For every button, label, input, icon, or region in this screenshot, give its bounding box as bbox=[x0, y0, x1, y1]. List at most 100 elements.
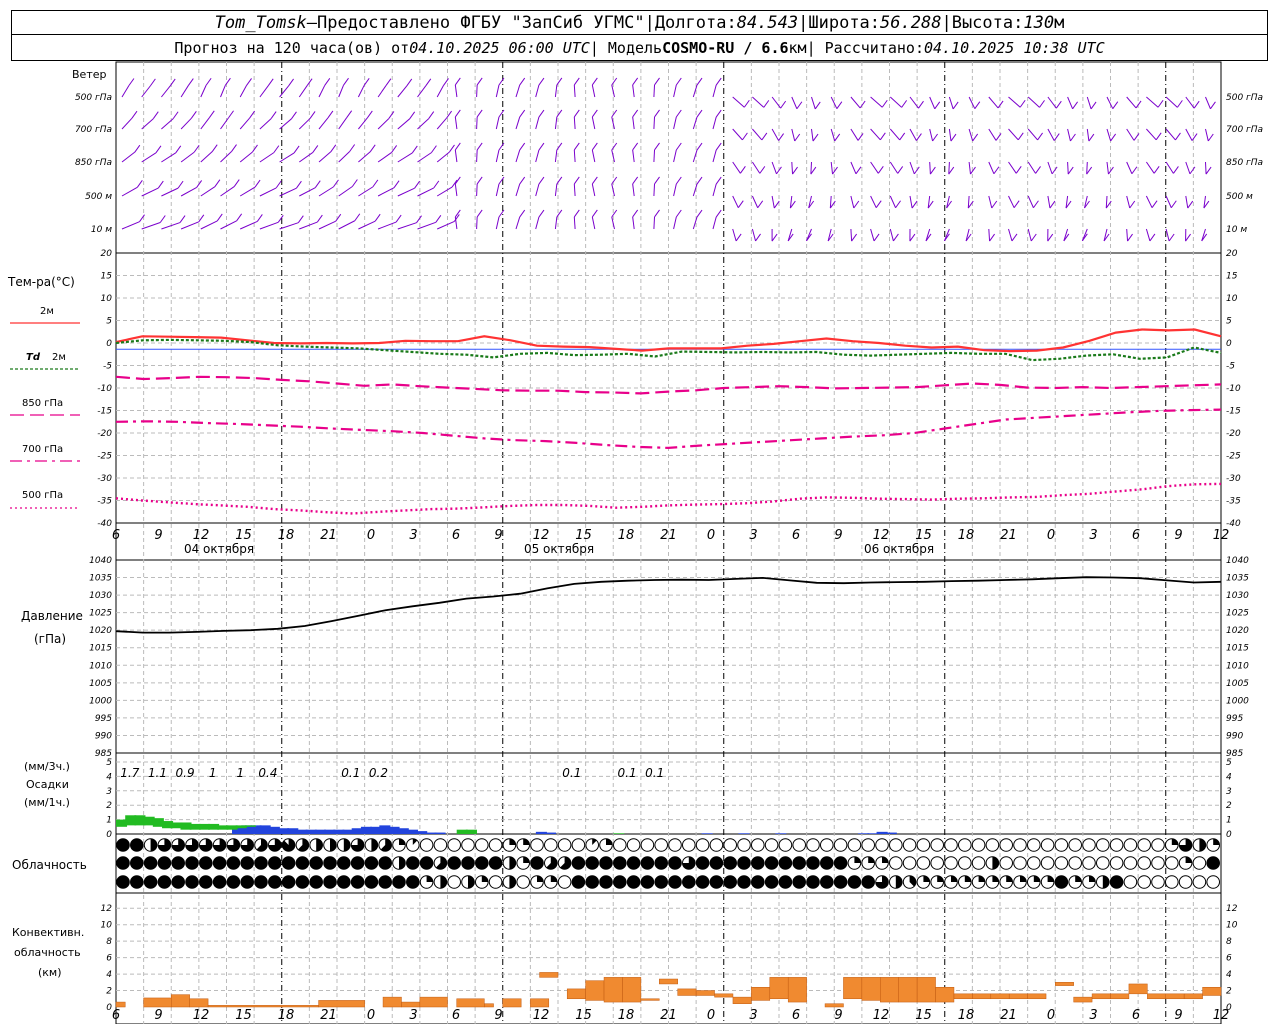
conv-cloud-bar bbox=[659, 978, 678, 985]
wind-barb-flag bbox=[538, 142, 545, 151]
cloud-cover-icon bbox=[654, 838, 669, 852]
wind-barb bbox=[1165, 96, 1178, 108]
wind-barb bbox=[988, 96, 999, 109]
cloud-cover-cell bbox=[764, 875, 779, 889]
conv-cloud-bar bbox=[990, 993, 1010, 1000]
cloud-cover-cell bbox=[475, 875, 489, 889]
pressure-tick-left: 1005 bbox=[89, 679, 112, 689]
cloud-cover-cell bbox=[447, 856, 462, 870]
wind-barb bbox=[1027, 195, 1034, 208]
wind-barb-flag bbox=[270, 111, 277, 119]
wind-barb-flag bbox=[859, 100, 866, 109]
temp-tick-left: -5 bbox=[103, 362, 112, 372]
precip-3h-total: 1.1 bbox=[148, 766, 167, 780]
cloud-cover-fill bbox=[1047, 875, 1054, 882]
cloud-cover-icon bbox=[1082, 838, 1096, 852]
cloud-cover-cell bbox=[171, 875, 185, 889]
wind-barb-flag bbox=[1055, 100, 1062, 109]
pressure-tick-left: 1015 bbox=[89, 644, 112, 654]
wind-barb-flag bbox=[573, 209, 580, 218]
cloud-cover-icon bbox=[1192, 856, 1207, 870]
cloud-cover-cell bbox=[958, 875, 972, 889]
cloud-cover-fill bbox=[1102, 875, 1110, 889]
cloud-cover-fill bbox=[1213, 838, 1220, 845]
cloud-cover-icon bbox=[1165, 856, 1179, 870]
cloud-cover-cell bbox=[764, 856, 779, 870]
conv-cloud-bar bbox=[1202, 986, 1222, 996]
temp-x-tick: 6 bbox=[1132, 528, 1140, 543]
wind-barb bbox=[673, 116, 677, 130]
wind-barb bbox=[1047, 128, 1055, 141]
cloud-cover-icon bbox=[350, 856, 365, 870]
cloud-cover-cell bbox=[130, 838, 144, 852]
precip-3h-total: 0.9 bbox=[176, 766, 195, 780]
cloud-cover-icon bbox=[337, 875, 351, 889]
cloud-cover-cell bbox=[171, 856, 185, 870]
wind-barb-flag bbox=[476, 77, 483, 86]
wind-barb-flag bbox=[1015, 166, 1022, 174]
cloud-cover-cell bbox=[916, 856, 931, 870]
cloud-cover-cell bbox=[640, 856, 655, 870]
cloud-cover-cell bbox=[792, 875, 807, 889]
cloud-cover-icon bbox=[1137, 838, 1151, 852]
temp-x-tick: 3 bbox=[409, 528, 417, 543]
cloud-cover-cell bbox=[378, 856, 393, 870]
wind-barb-flag bbox=[834, 133, 841, 142]
wind-barb-flag bbox=[794, 133, 801, 142]
wind-barb-flag bbox=[1039, 100, 1045, 108]
cloud-cover-icon bbox=[930, 856, 945, 870]
wind-barb bbox=[1047, 161, 1053, 175]
cloud-cover-cell bbox=[157, 856, 172, 870]
wind-barb bbox=[554, 149, 558, 163]
wind-barb bbox=[515, 183, 521, 197]
cloud-cover-cell bbox=[544, 856, 558, 870]
temp-x-tick: 9 bbox=[494, 528, 502, 543]
wind-barb-flag bbox=[538, 176, 545, 185]
cloud-cover-cell bbox=[916, 838, 931, 852]
conv-cloud-bar bbox=[143, 997, 172, 1008]
conv-cloud-bar bbox=[502, 998, 522, 1008]
cloud-cover-icon bbox=[1096, 838, 1110, 852]
wind-barb bbox=[771, 195, 775, 209]
wind-barb-flag bbox=[972, 133, 979, 142]
temp-tick-left: -15 bbox=[97, 407, 112, 417]
wind-barb bbox=[476, 149, 478, 163]
wind-barb bbox=[121, 151, 136, 163]
precip-rain-bar bbox=[775, 833, 787, 834]
wind-barb bbox=[1106, 96, 1114, 109]
wind-barb bbox=[889, 228, 894, 242]
wind-barb bbox=[554, 216, 558, 230]
wind-barb-flag bbox=[1127, 233, 1133, 242]
cloud-cover-icon bbox=[130, 875, 144, 889]
wind-barb-flag bbox=[216, 213, 223, 222]
cloud-cover-icon bbox=[130, 838, 144, 852]
cloud-cover-cell bbox=[1054, 875, 1069, 889]
precip-3h-total: 0.4 bbox=[258, 766, 277, 780]
wind-barb-flag bbox=[591, 77, 598, 86]
pressure-tick-right: 1030 bbox=[1226, 591, 1249, 601]
cloud-cover-cell bbox=[1178, 838, 1193, 852]
wind-barb bbox=[161, 85, 171, 98]
cloud-cover-icon bbox=[419, 838, 434, 852]
cloud-cover-cell bbox=[902, 838, 917, 852]
cloud-cover-icon bbox=[902, 838, 917, 852]
wind-barb bbox=[1165, 128, 1176, 141]
wind-barb-flag bbox=[1193, 100, 1200, 109]
cloud-cover-cell bbox=[930, 875, 945, 889]
wind-barb bbox=[673, 216, 677, 230]
wind-barb-flag bbox=[611, 77, 618, 86]
wind-barb-flag bbox=[519, 209, 526, 218]
conv-cloud-bar bbox=[566, 988, 586, 1000]
cloud-cover-cell bbox=[695, 856, 710, 870]
cloud-cover-icon bbox=[1206, 856, 1220, 870]
cloud-cover-cell bbox=[364, 838, 379, 852]
wind-barb-flag bbox=[388, 111, 395, 119]
wind-barb bbox=[318, 151, 332, 163]
cloud-cover-fill bbox=[426, 875, 433, 882]
temp-tick-left: -20 bbox=[97, 429, 112, 439]
wind-barb-flag bbox=[385, 78, 392, 86]
wind-barb-flag bbox=[899, 132, 906, 141]
wind-barb bbox=[870, 96, 883, 108]
wind-barb-flag bbox=[696, 176, 703, 185]
cloud-cover-cell bbox=[1013, 838, 1027, 852]
